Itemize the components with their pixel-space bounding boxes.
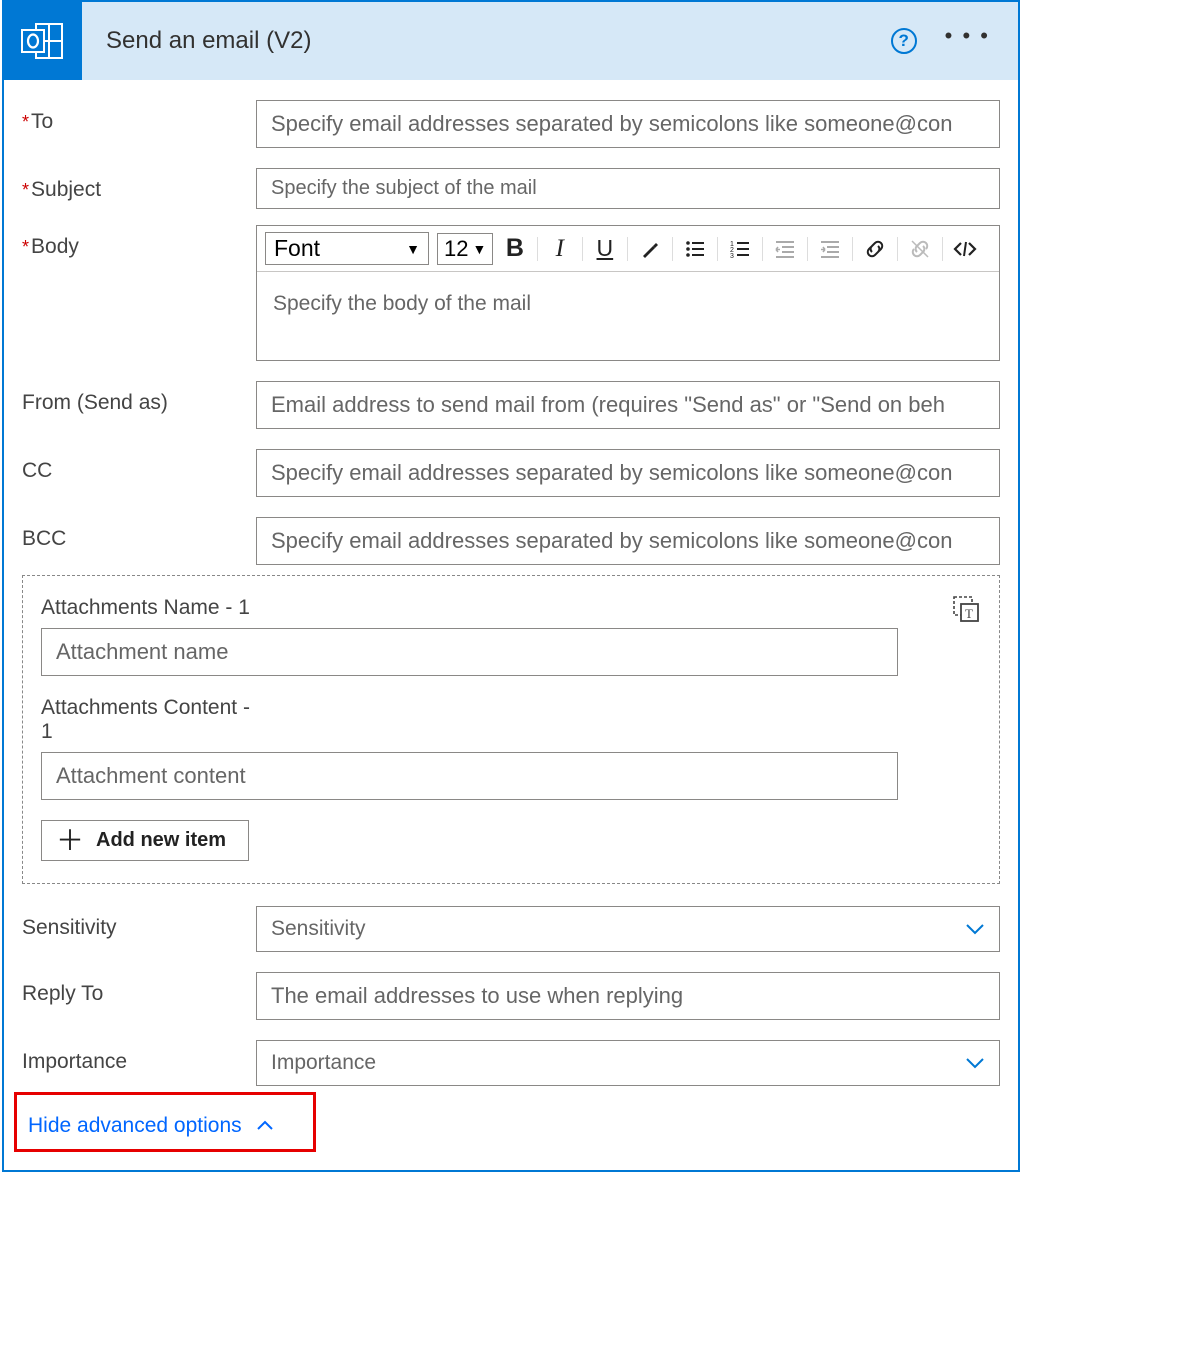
label-to: To [22, 100, 256, 134]
code-view-button[interactable] [947, 233, 983, 265]
bcc-input[interactable] [256, 517, 1000, 565]
color-picker-button[interactable] [632, 233, 668, 265]
outdent-button[interactable] [767, 233, 803, 265]
svg-text:3: 3 [730, 253, 734, 260]
add-new-item-button[interactable]: ＋ Add new item [41, 820, 249, 861]
switch-array-mode-icon[interactable]: T [953, 596, 979, 622]
replyto-input[interactable] [256, 972, 1000, 1020]
label-cc: CC [22, 449, 256, 483]
importance-select[interactable]: Importance [256, 1040, 1000, 1086]
chevron-down-icon: ▼ [406, 241, 420, 257]
row-bcc: BCC [22, 517, 1000, 565]
label-sensitivity: Sensitivity [22, 906, 256, 940]
font-size-label: 12 [444, 236, 468, 262]
font-select[interactable]: Font ▼ [265, 232, 429, 265]
label-bcc: BCC [22, 517, 256, 551]
chevron-down-icon [965, 923, 985, 935]
hide-advanced-options-label: Hide advanced options [28, 1114, 242, 1138]
rte-toolbar: Font ▼ 12 ▼ B I U [257, 226, 999, 272]
row-body: Body Font ▼ 12 ▼ B I [22, 225, 1000, 361]
add-new-item-label: Add new item [96, 829, 226, 852]
plus-icon: ＋ [56, 831, 84, 851]
label-from: From (Send as) [22, 381, 256, 415]
card-header: Send an email (V2) ? • • • [4, 2, 1018, 80]
subject-input[interactable] [256, 168, 1000, 209]
chevron-up-icon [256, 1120, 274, 1132]
indent-button[interactable] [812, 233, 848, 265]
hide-advanced-options-toggle[interactable]: Hide advanced options [22, 1100, 300, 1152]
cc-input[interactable] [256, 449, 1000, 497]
help-icon[interactable]: ? [891, 28, 917, 54]
label-importance: Importance [22, 1040, 256, 1074]
action-card: Send an email (V2) ? • • • To Subject Bo… [2, 0, 1020, 1172]
attachment-content-input[interactable] [41, 752, 898, 800]
label-subject: Subject [22, 168, 256, 202]
importance-value: Importance [271, 1051, 376, 1075]
sensitivity-value: Sensitivity [271, 917, 366, 941]
font-size-select[interactable]: 12 ▼ [437, 233, 493, 265]
label-body: Body [22, 225, 256, 259]
body-input[interactable]: Specify the body of the mail [257, 272, 999, 360]
chevron-down-icon [965, 1057, 985, 1069]
numbered-list-button[interactable]: 123 [722, 233, 758, 265]
link-button[interactable] [857, 233, 893, 265]
unlink-button[interactable] [902, 233, 938, 265]
row-importance: Importance Importance [22, 1040, 1000, 1086]
sensitivity-select[interactable]: Sensitivity [256, 906, 1000, 952]
label-attachment-name: Attachments Name - 1 [41, 596, 981, 620]
row-sensitivity: Sensitivity Sensitivity [22, 906, 1000, 952]
card-body: To Subject Body Font ▼ [4, 80, 1018, 1170]
label-replyto: Reply To [22, 972, 256, 1006]
from-input[interactable] [256, 381, 1000, 429]
bullet-list-button[interactable] [677, 233, 713, 265]
more-icon[interactable]: • • • [945, 32, 990, 50]
bold-button[interactable]: B [497, 233, 533, 265]
attachments-group: T Attachments Name - 1 Attachments Conte… [22, 575, 1000, 884]
row-cc: CC [22, 449, 1000, 497]
svg-text:T: T [965, 606, 973, 621]
font-select-label: Font [274, 235, 320, 262]
label-attachment-content: Attachments Content - 1 [41, 696, 261, 744]
rich-text-editor: Font ▼ 12 ▼ B I U [256, 225, 1000, 361]
row-from: From (Send as) [22, 381, 1000, 429]
chevron-down-icon: ▼ [472, 241, 486, 257]
row-subject: Subject [22, 168, 1000, 209]
header-actions: ? • • • [891, 28, 990, 54]
attachment-name-input[interactable] [41, 628, 898, 676]
to-input[interactable] [256, 100, 1000, 148]
row-to: To [22, 100, 1000, 148]
italic-button[interactable]: I [542, 233, 578, 265]
underline-button[interactable]: U [587, 233, 623, 265]
row-replyto: Reply To [22, 972, 1000, 1020]
outlook-icon [4, 2, 82, 80]
card-title: Send an email (V2) [106, 27, 891, 55]
